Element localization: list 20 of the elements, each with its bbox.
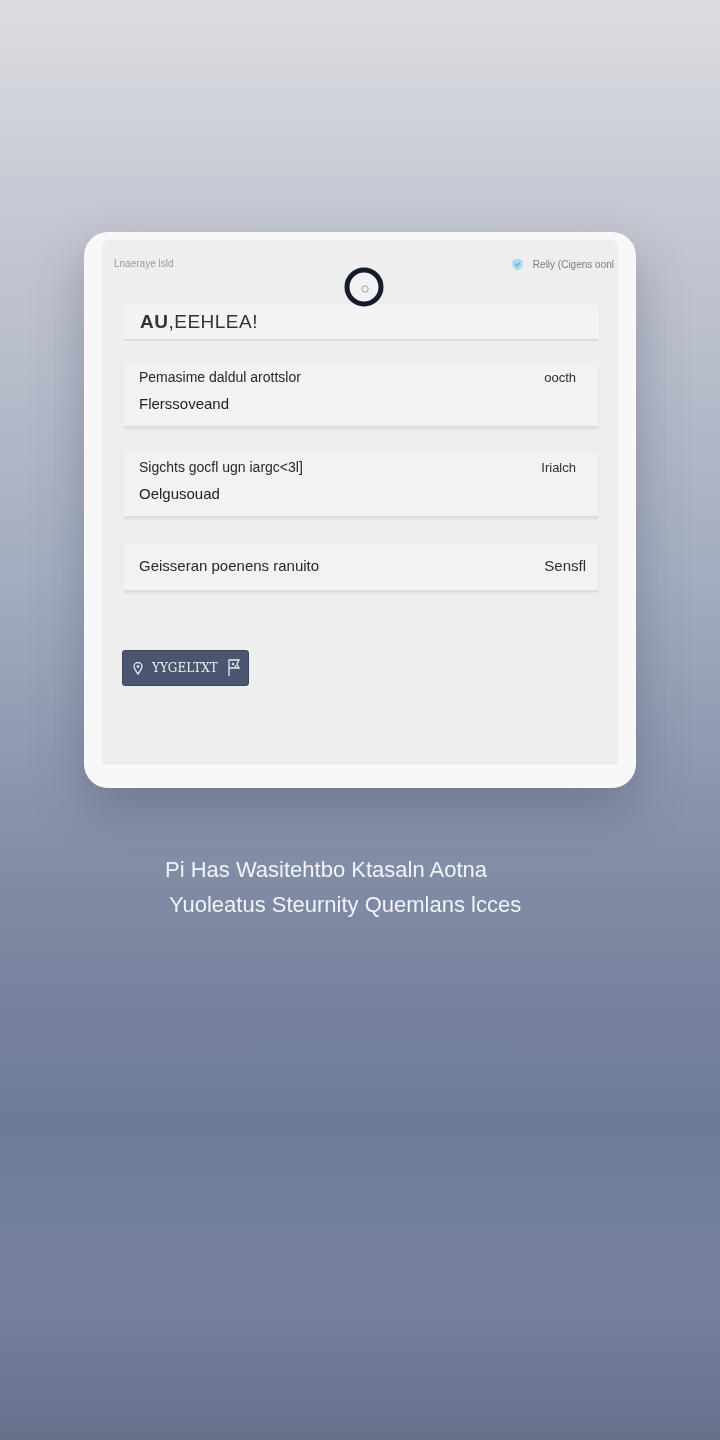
field-link[interactable]: oocth bbox=[544, 369, 576, 385]
heading-text: AU,EEHLEA! bbox=[140, 311, 258, 333]
field-link[interactable]: Sensfl bbox=[544, 557, 586, 574]
field-value: Flerssoveand bbox=[139, 395, 230, 412]
field-value: Oelgusouad bbox=[139, 485, 220, 502]
field-link[interactable]: Irialch bbox=[541, 459, 576, 475]
caption-text: Pi Has Wasitehtbo Ktasaln Aotna bbox=[165, 856, 488, 883]
input-field[interactable]: Pemasime daldul arottslor oocth Flerssoveand bbox=[124, 363, 598, 428]
caption-text: Yuoleatus Steurnity Quemlans lcces bbox=[169, 891, 522, 918]
action-button[interactable]: YYGELTXT bbox=[122, 650, 249, 686]
field-label: Geisseran poenens ranuito bbox=[139, 557, 320, 574]
top-right-text: Reliy (Cigens oonl bbox=[532, 258, 614, 271]
field-label: Pemasime daldul arottslor bbox=[139, 369, 301, 385]
field-label: Sigchts gocfl ugn iargc<3l] bbox=[139, 459, 303, 475]
flag-icon bbox=[226, 659, 241, 677]
top-left-text: Lnaeraye lsld bbox=[114, 258, 174, 270]
pin-icon bbox=[133, 661, 143, 675]
shield-icon bbox=[511, 258, 523, 271]
input-field[interactable]: Geisseran poenens ranuito Sensfl bbox=[124, 543, 598, 592]
input-field[interactable]: Sigchts gocfl ugn iargc<3l] Irialch Oelgusouad bbox=[124, 453, 598, 518]
